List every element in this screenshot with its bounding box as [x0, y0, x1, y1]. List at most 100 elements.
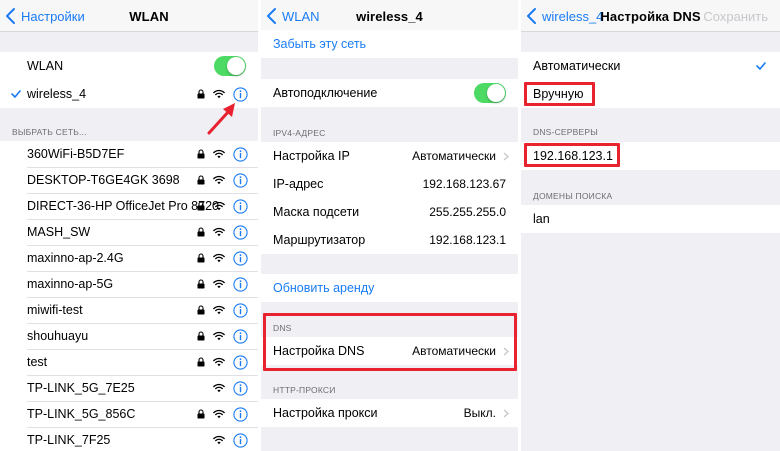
- ipv4-header: IPV4-АДРЕС: [273, 128, 326, 138]
- wifi-icon: [213, 383, 225, 393]
- network-row[interactable]: maxinno-ap-5G: [0, 271, 258, 297]
- network-name: TP-LINK_7F25: [27, 433, 111, 447]
- wifi-icon: [213, 357, 225, 367]
- ipv4-group: Настройка IP Автоматически IP-адрес 192.…: [261, 142, 518, 254]
- red-arrow-annotation: [207, 103, 235, 135]
- network-row[interactable]: maxinno-ap-2.4G: [0, 245, 258, 271]
- chevron-right-icon: [503, 409, 509, 417]
- info-icon[interactable]: [233, 224, 248, 240]
- info-icon[interactable]: [233, 354, 248, 370]
- network-name: DIRECT-36-HP OfficeJet Pro 8720: [27, 199, 219, 213]
- network-row[interactable]: 360WiFi-B5D7EF: [0, 141, 258, 167]
- lock-icon: [197, 357, 205, 367]
- wifi-icon: [213, 89, 225, 99]
- search-domain-value: lan: [533, 212, 550, 226]
- lock-icon: [197, 305, 205, 315]
- configure-proxy-row[interactable]: Настройка прокси Выкл.: [261, 399, 518, 427]
- lock-icon: [197, 149, 205, 159]
- configure-ip-label: Настройка IP: [273, 149, 350, 163]
- http-proxy-header: HTTP-ПРОКСИ: [273, 385, 336, 395]
- renew-lease-button[interactable]: Обновить аренду: [261, 274, 518, 302]
- ip-address-row: IP-адрес 192.168.123.67: [261, 170, 518, 198]
- lock-icon: [197, 89, 205, 99]
- manual-highlight-box: [524, 82, 595, 106]
- configure-proxy-label: Настройка прокси: [273, 406, 378, 420]
- network-row[interactable]: DIRECT-36-HP OfficeJet Pro 8720: [0, 193, 258, 219]
- automatic-option[interactable]: Автоматически: [521, 52, 780, 80]
- wifi-icon: [213, 435, 225, 445]
- save-button[interactable]: Сохранить: [703, 9, 768, 24]
- choose-network-header: ВЫБРАТЬ СЕТЬ...: [12, 127, 87, 137]
- network-name: 360WiFi-B5D7EF: [27, 147, 125, 161]
- lock-icon: [197, 331, 205, 341]
- router-row: Маршрутизатор 192.168.123.1: [261, 226, 518, 254]
- autojoin-row: Автоподключение: [261, 79, 518, 107]
- info-icon[interactable]: [233, 146, 248, 162]
- info-icon[interactable]: [233, 276, 248, 292]
- nav-bar: Настройки WLAN: [0, 0, 258, 32]
- forget-network-button[interactable]: Забыть эту сеть: [261, 30, 518, 58]
- automatic-label: Автоматически: [533, 59, 621, 73]
- forget-network-label: Забыть эту сеть: [273, 37, 367, 51]
- wifi-icon: [213, 305, 225, 315]
- network-name: TP-LINK_5G_856C: [27, 407, 136, 421]
- wifi-icon: [213, 253, 225, 263]
- dns-settings-panel: wireless_4 Настройка DNS Сохранить Автом…: [521, 0, 780, 451]
- network-name: miwifi-test: [27, 303, 83, 317]
- lock-icon: [197, 201, 205, 211]
- info-icon[interactable]: [233, 380, 248, 396]
- info-icon[interactable]: [233, 302, 248, 318]
- autojoin-toggle[interactable]: [474, 83, 506, 103]
- info-icon[interactable]: [233, 432, 248, 448]
- wifi-icon: [213, 409, 225, 419]
- subnet-mask-label: Маска подсети: [273, 205, 360, 219]
- subnet-mask-value: 255.255.255.0: [429, 205, 506, 219]
- network-row[interactable]: DESKTOP-T6GE4GK 3698: [0, 167, 258, 193]
- network-list: 360WiFi-B5D7EF DESKTOP-T6GE4GK 3698 DIRECT…: [0, 141, 258, 451]
- info-icon[interactable]: [233, 406, 248, 422]
- network-row[interactable]: test: [0, 349, 258, 375]
- network-name: TP-LINK_5G_7E25: [27, 381, 135, 395]
- wlan-toggle[interactable]: [214, 56, 246, 76]
- search-domains-header: ДОМЕНЫ ПОИСКА: [533, 191, 613, 201]
- network-row[interactable]: miwifi-test: [0, 297, 258, 323]
- lock-icon: [197, 253, 205, 263]
- network-row[interactable]: TP-LINK_5G_7E25: [0, 375, 258, 401]
- info-icon[interactable]: [233, 198, 248, 214]
- wlan-group: WLAN wireless_4: [0, 52, 258, 108]
- info-icon[interactable]: [233, 86, 248, 102]
- network-row[interactable]: shouhuayu: [0, 323, 258, 349]
- network-name: MASH_SW: [27, 225, 91, 239]
- configure-ip-row[interactable]: Настройка IP Автоматически: [261, 142, 518, 170]
- lock-icon: [197, 175, 205, 185]
- wifi-icon: [213, 175, 225, 185]
- lock-icon: [197, 409, 205, 419]
- autojoin-label: Автоподключение: [273, 86, 378, 100]
- checkmark-icon: [11, 90, 21, 98]
- network-name: DESKTOP-T6GE4GK 3698: [27, 173, 180, 187]
- info-icon[interactable]: [233, 328, 248, 344]
- info-icon[interactable]: [233, 172, 248, 188]
- network-row[interactable]: MASH_SW: [0, 219, 258, 245]
- chevron-left-icon: [6, 8, 15, 24]
- wifi-icon: [213, 331, 225, 341]
- network-row[interactable]: TP-LINK_5G_856C: [0, 401, 258, 427]
- network-row[interactable]: TP-LINK_7F25: [0, 427, 258, 451]
- info-icon[interactable]: [233, 250, 248, 266]
- dns-highlight-box: [263, 313, 517, 371]
- network-name: maxinno-ap-2.4G: [27, 251, 124, 265]
- wifi-icon: [213, 227, 225, 237]
- router-label: Маршрутизатор: [273, 233, 366, 247]
- wlan-label: WLAN: [27, 59, 64, 73]
- configure-ip-value: Автоматически: [412, 149, 496, 163]
- ip-address-label: IP-адрес: [273, 177, 324, 191]
- nav-bar: wireless_4 Настройка DNS Сохранить: [521, 0, 780, 32]
- subnet-mask-row: Маска подсети 255.255.255.0: [261, 198, 518, 226]
- lock-icon: [197, 279, 205, 289]
- wifi-icon: [213, 201, 225, 211]
- search-domain-row[interactable]: lan: [521, 205, 780, 233]
- network-name: shouhuayu: [27, 329, 89, 343]
- wifi-icon: [213, 149, 225, 159]
- connected-network-name: wireless_4: [27, 87, 87, 101]
- dns-servers-header: DNS-СЕРВЕРЫ: [533, 127, 598, 137]
